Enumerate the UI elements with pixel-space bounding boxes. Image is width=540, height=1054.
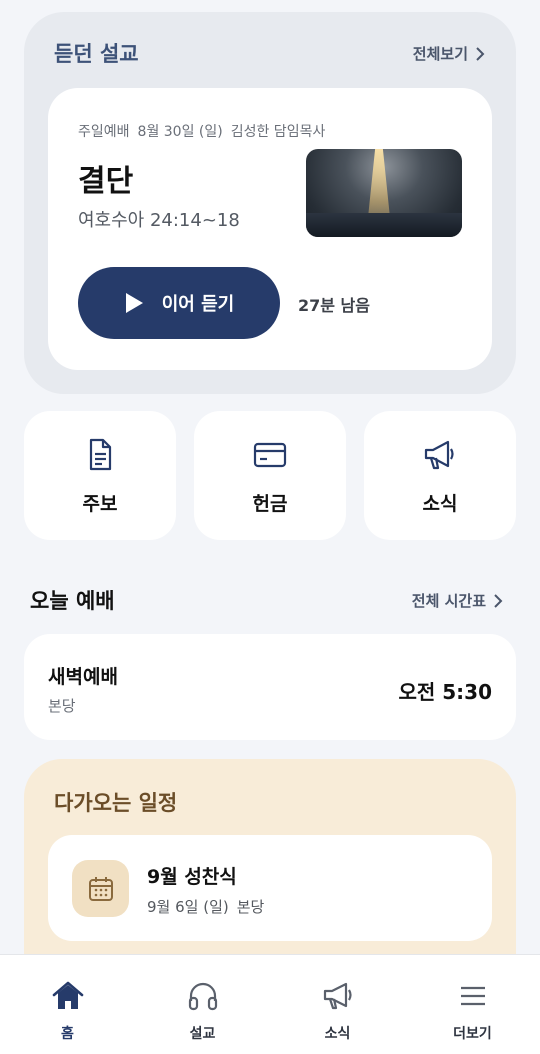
play-icon <box>125 293 143 313</box>
tab-home-label: 홈 <box>61 1026 74 1042</box>
sermon-thumbnail <box>306 149 462 237</box>
resume-label: 이어 듣기 <box>161 294 235 315</box>
megaphone-icon <box>323 982 352 1010</box>
megaphone-icon <box>424 440 454 470</box>
menu-icon <box>460 986 485 1006</box>
event-title: 9월 성찬식 <box>147 866 237 888</box>
document-icon <box>89 438 112 471</box>
see-all-label: 전체보기 <box>412 45 468 63</box>
service-name: 새벽예배 <box>48 666 118 688</box>
news-tile[interactable]: 소식 <box>364 411 516 540</box>
bulletin-tile[interactable]: 주보 <box>24 411 176 540</box>
see-all-link[interactable]: 전체보기 <box>413 43 486 64</box>
card-icon <box>253 442 287 468</box>
offering-label: 헌금 <box>252 493 288 515</box>
tab-more-label: 더보기 <box>453 1026 492 1042</box>
upcoming-title: 다가오는 일정 <box>54 791 178 815</box>
event-icon-box <box>72 860 129 917</box>
tab-sermon-label: 설교 <box>189 1026 216 1042</box>
heard-sermon-title: 듣던 설교 <box>54 42 139 66</box>
event-date: 9월 6일 (일) <box>147 898 229 916</box>
event-location: 본당 <box>236 898 265 916</box>
bottom-tab-bar: 홈 설교 소식 더보기 <box>0 954 540 1054</box>
remaining-time: 27분 남음 <box>298 296 370 315</box>
event-detail: 9월 6일 (일) 본당 <box>147 896 264 917</box>
calendar-icon <box>88 876 113 901</box>
resume-button[interactable]: 이어 듣기 <box>78 267 280 339</box>
sermon-title: 결단 <box>78 164 134 199</box>
tab-more[interactable]: 더보기 <box>405 955 540 1054</box>
preacher: 김성한 담임목사 <box>230 124 326 140</box>
home-icon <box>52 981 83 1009</box>
service-location: 본당 <box>48 697 76 715</box>
chevron-right-icon <box>476 46 485 61</box>
tab-news[interactable]: 소식 <box>270 955 405 1054</box>
offering-tile[interactable]: 헌금 <box>194 411 346 540</box>
sermon-card[interactable]: 주일예배 8월 30일 (일) 김성한 담임목사 결단 여호수아 24:14~1… <box>48 88 492 370</box>
sermon-passage: 여호수아 24:14~18 <box>78 210 240 231</box>
sermon-meta: 주일예배 8월 30일 (일) 김성한 담임목사 <box>78 121 325 141</box>
service-time: 오전 5:30 <box>398 680 492 704</box>
tab-news-label: 소식 <box>324 1026 351 1042</box>
bulletin-label: 주보 <box>82 493 118 515</box>
tab-home[interactable]: 홈 <box>0 955 135 1054</box>
tab-sermon[interactable]: 설교 <box>135 955 270 1054</box>
service-type: 주일예배 <box>78 124 130 140</box>
sermon-date: 8월 30일 (일) <box>137 124 223 140</box>
full-schedule-link[interactable]: 전체 시간표 <box>412 590 504 611</box>
headphones-icon <box>188 982 217 1011</box>
service-card[interactable]: 새벽예배 본당 오전 5:30 <box>24 634 516 740</box>
full-schedule-label: 전체 시간표 <box>411 592 486 610</box>
event-card[interactable]: 9월 성찬식 9월 6일 (일) 본당 <box>48 835 492 941</box>
heard-sermon-panel: 듣던 설교 전체보기 주일예배 8월 30일 (일) 김성한 담임목사 결단 여… <box>24 12 516 394</box>
news-label: 소식 <box>422 493 458 515</box>
chevron-right-icon <box>494 593 503 608</box>
today-worship-title: 오늘 예배 <box>30 589 115 613</box>
